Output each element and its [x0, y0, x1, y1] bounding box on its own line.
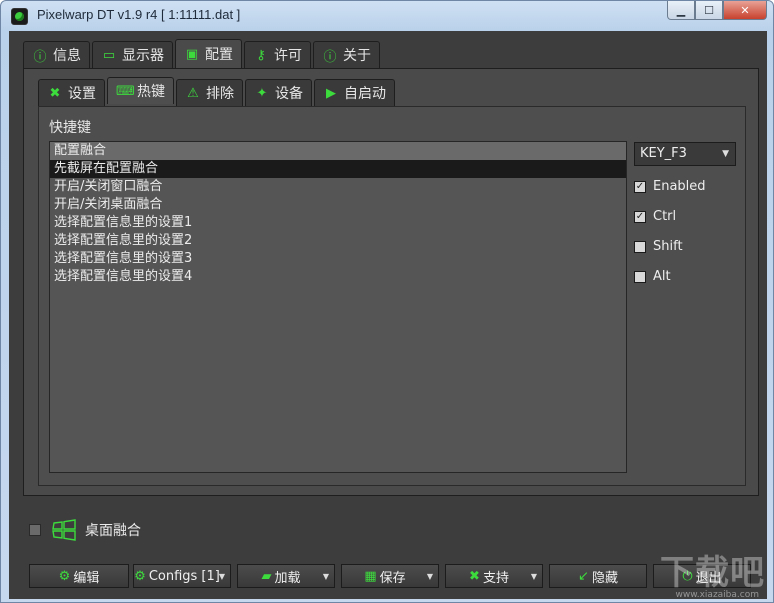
- client-area: ⓘ 信息 ▭ 显示器 ▣ 配置 ⚷ 许可 ⓘ 关于 ✖ 设置 ⌨ 热键 ⚠ 排除…: [9, 31, 767, 599]
- app-window: Pixelwarp DT v1.9 r4 [ 1:11111.dat ] ▁ ☐…: [0, 0, 774, 603]
- display-icon: ▭: [102, 47, 116, 63]
- list-item[interactable]: 开启/关闭窗口融合: [50, 178, 626, 196]
- tab-info[interactable]: ⓘ 信息: [23, 41, 90, 68]
- hotkeys-heading: 快捷键: [49, 120, 91, 136]
- folder-icon: ▰: [261, 568, 272, 584]
- shift-checkbox[interactable]: Shift: [634, 239, 683, 254]
- tab-label: 配置: [205, 47, 233, 63]
- tab-license[interactable]: ⚷ 许可: [244, 41, 311, 68]
- hide-button[interactable]: ↙ 隐藏: [549, 564, 647, 588]
- list-item[interactable]: 开启/关闭桌面融合: [50, 196, 626, 214]
- tab-autostart[interactable]: ▶ 自启动: [314, 79, 395, 106]
- maximize-button[interactable]: ☐: [695, 1, 723, 20]
- list-item[interactable]: 选择配置信息里的设置3: [50, 250, 626, 268]
- config-icon: ▣: [185, 46, 199, 62]
- close-button[interactable]: ✕: [723, 1, 767, 20]
- config-subtabs: ✖ 设置 ⌨ 热键 ⚠ 排除 ✦ 设备 ▶ 自启动: [38, 77, 397, 106]
- button-label: Configs [1]: [148, 568, 220, 584]
- title-bar[interactable]: Pixelwarp DT v1.9 r4 [ 1:11111.dat ] ▁ ☐…: [1, 1, 773, 31]
- gear-icon: ⚙: [134, 568, 146, 584]
- list-item[interactable]: 配置融合: [50, 142, 626, 160]
- app-logo-icon: [11, 8, 28, 25]
- tab-devices[interactable]: ✦ 设备: [245, 79, 312, 106]
- tab-about[interactable]: ⓘ 关于: [313, 41, 380, 68]
- key-icon: ⚷: [256, 47, 266, 63]
- checkbox-label: Shift: [653, 239, 683, 254]
- save-button[interactable]: ▦ 保存 ▼: [341, 564, 439, 588]
- alt-checkbox[interactable]: Alt: [634, 269, 671, 284]
- button-label: 支持: [482, 570, 509, 586]
- ctrl-checkbox[interactable]: ✓ Ctrl: [634, 209, 676, 224]
- key-select-value: KEY_F3: [640, 146, 687, 161]
- windows-logo-icon: [52, 519, 76, 541]
- configs-button[interactable]: ⚙ Configs [1] ▼: [133, 564, 231, 588]
- tab-hotkeys[interactable]: ⌨ 热键: [107, 77, 174, 104]
- chevron-down-icon[interactable]: ▼: [219, 572, 225, 581]
- edit-icon: ⚙: [58, 568, 71, 584]
- watermark-url: www.xiazaiba.com: [675, 590, 759, 600]
- tab-label: 设备: [275, 86, 303, 102]
- keyboard-icon: ⌨: [116, 83, 135, 99]
- tab-label: 热键: [137, 84, 165, 100]
- chevron-down-icon[interactable]: ▼: [531, 572, 537, 581]
- list-item[interactable]: 选择配置信息里的设置4: [50, 268, 626, 286]
- hotkeys-panel: 快捷键 配置融合 先截屏在配置融合 开启/关闭窗口融合 开启/关闭桌面融合 选择…: [38, 106, 746, 486]
- hotkey-list[interactable]: 配置融合 先截屏在配置融合 开启/关闭窗口融合 开启/关闭桌面融合 选择配置信息…: [49, 141, 627, 473]
- desktop-blend-checkbox[interactable]: [29, 524, 41, 536]
- button-label: 加载: [274, 570, 301, 586]
- edit-button[interactable]: ⚙ 编辑: [29, 564, 129, 588]
- tab-label: 信息: [53, 48, 81, 64]
- checkbox-label: Alt: [653, 269, 671, 284]
- enabled-checkbox[interactable]: ✓ Enabled: [634, 179, 706, 194]
- checkbox-label: Ctrl: [653, 209, 677, 224]
- chevron-down-icon[interactable]: ▼: [323, 572, 329, 581]
- button-label: 隐藏: [591, 570, 618, 586]
- chevron-down-icon[interactable]: ▼: [427, 572, 433, 581]
- load-button[interactable]: ▰ 加载 ▼: [237, 564, 335, 588]
- checkbox-box[interactable]: ✓: [634, 210, 646, 223]
- watermark-logo: 下载吧: [660, 553, 765, 593]
- tools-icon: ✖: [469, 568, 480, 584]
- list-item[interactable]: 选择配置信息里的设置2: [50, 232, 626, 250]
- play-icon: ▶: [326, 85, 336, 101]
- checkbox-box[interactable]: ✓: [634, 180, 646, 193]
- desktop-blend-toggle[interactable]: 桌面融合: [29, 519, 141, 541]
- minimize-icon: ↙: [578, 568, 589, 584]
- save-icon: ▦: [364, 568, 377, 584]
- window-title: Pixelwarp DT v1.9 r4 [ 1:11111.dat ]: [37, 7, 241, 22]
- checkbox-box[interactable]: [634, 240, 646, 253]
- main-tabs: ⓘ 信息 ▭ 显示器 ▣ 配置 ⚷ 许可 ⓘ 关于: [23, 39, 382, 68]
- minimize-button[interactable]: ▁: [667, 1, 695, 20]
- tab-label: 关于: [343, 48, 371, 64]
- tab-label: 自启动: [344, 86, 386, 102]
- tab-settings[interactable]: ✖ 设置: [38, 79, 105, 106]
- tab-label: 排除: [206, 86, 234, 102]
- window-controls: ▁ ☐ ✕: [667, 1, 767, 20]
- tab-label: 设置: [68, 86, 96, 102]
- tab-label: 显示器: [122, 48, 164, 64]
- tab-exclude[interactable]: ⚠ 排除: [176, 79, 243, 106]
- list-item[interactable]: 先截屏在配置融合: [50, 160, 626, 178]
- button-label: 保存: [379, 570, 406, 586]
- desktop-blend-label: 桌面融合: [85, 523, 141, 539]
- button-label: 编辑: [73, 570, 100, 586]
- list-item[interactable]: 选择配置信息里的设置1: [50, 214, 626, 232]
- tab-label: 许可: [274, 48, 302, 64]
- tab-display[interactable]: ▭ 显示器: [92, 41, 173, 68]
- warning-icon: ⚠: [187, 85, 199, 101]
- tab-config[interactable]: ▣ 配置: [175, 39, 242, 68]
- chevron-down-icon: ▼: [722, 149, 729, 159]
- checkbox-box[interactable]: [634, 270, 646, 283]
- config-panel: ✖ 设置 ⌨ 热键 ⚠ 排除 ✦ 设备 ▶ 自启动 快捷键 配置融合 先截屏在配…: [23, 68, 759, 496]
- support-button[interactable]: ✖ 支持 ▼: [445, 564, 543, 588]
- info-icon: ⓘ: [33, 49, 47, 65]
- about-icon: ⓘ: [323, 49, 337, 65]
- wand-icon: ✦: [256, 85, 268, 101]
- checkbox-label: Enabled: [653, 179, 706, 194]
- tools-icon: ✖: [49, 85, 61, 101]
- key-select[interactable]: KEY_F3 ▼: [634, 142, 736, 166]
